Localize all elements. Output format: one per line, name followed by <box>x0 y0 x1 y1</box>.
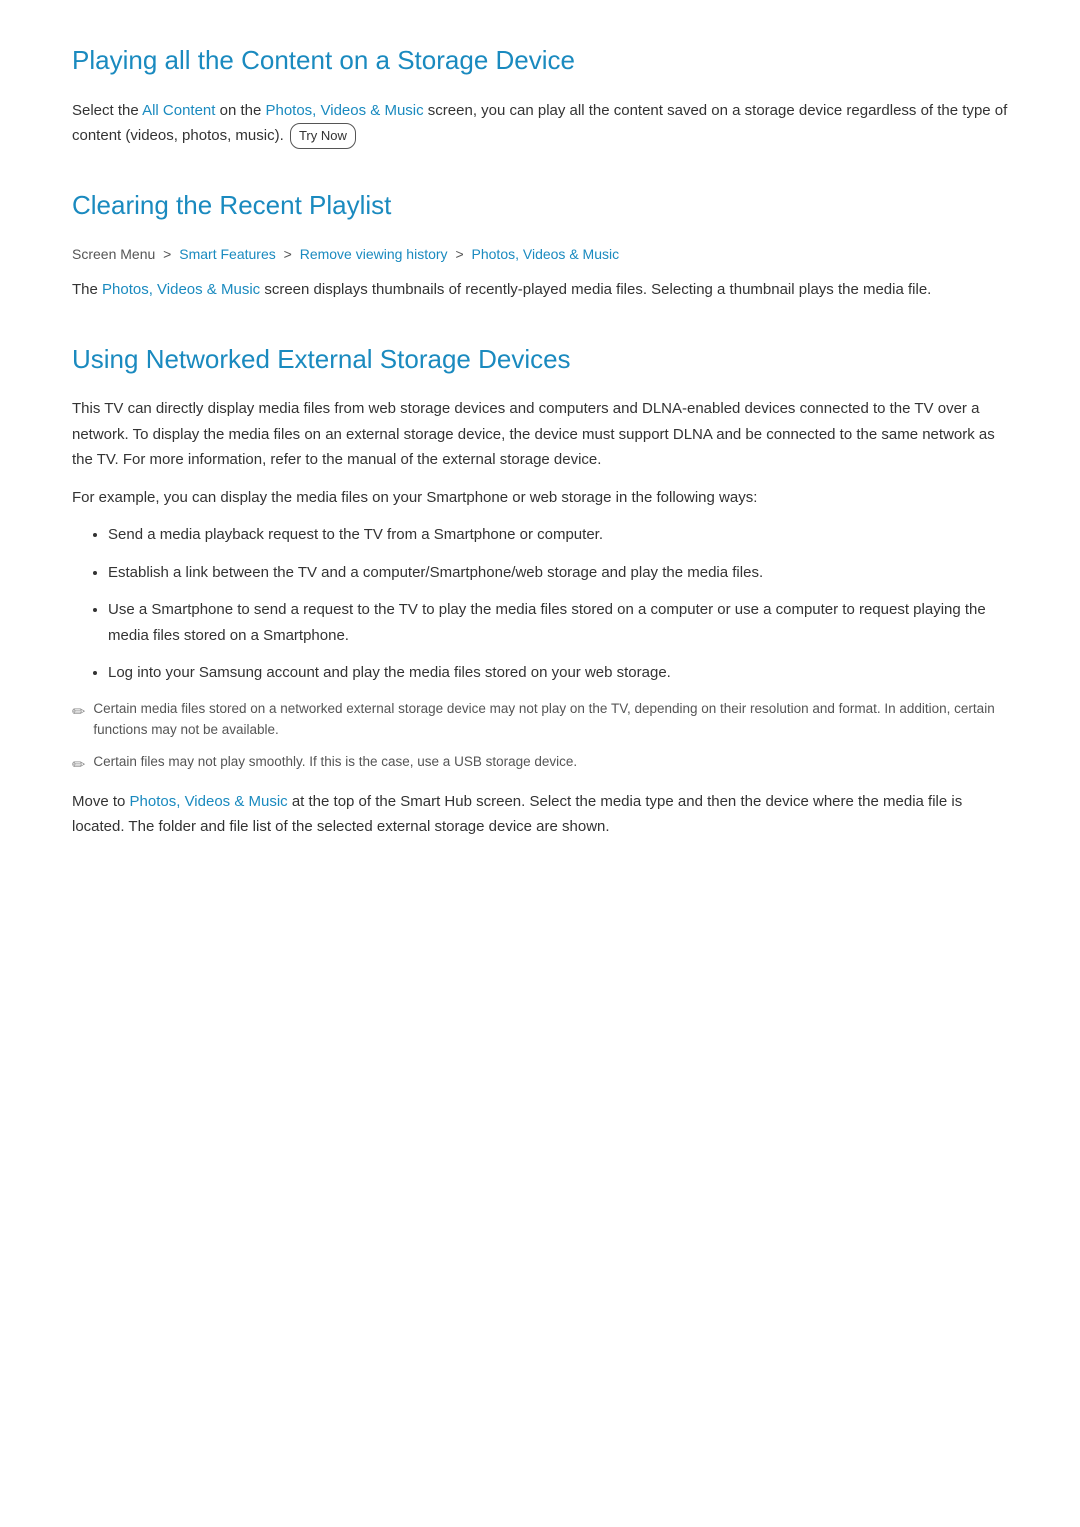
note-text-1: Certain media files stored on a networke… <box>93 698 1008 741</box>
section1-link-all-content[interactable]: All Content <box>142 102 215 119</box>
note-text-2: Certain files may not play smoothly. If … <box>93 751 577 773</box>
breadcrumb-sep1: > <box>163 246 171 262</box>
pencil-icon-1: ✏ <box>72 700 85 726</box>
section2-link-photos-videos[interactable]: Photos, Videos & Music <box>102 281 260 298</box>
section2-text-before: The <box>72 281 102 298</box>
section-clearing-recent-playlist: Clearing the Recent Playlist Screen Menu… <box>72 185 1008 302</box>
section3-para2: For example, you can display the media f… <box>72 485 1008 511</box>
list-item: Log into your Samsung account and play t… <box>108 660 1008 686</box>
section2-breadcrumb: Screen Menu > Smart Features > Remove vi… <box>72 243 1008 265</box>
note-item-1: ✏ Certain media files stored on a networ… <box>72 698 1008 741</box>
section1-text-before: Select the <box>72 102 142 119</box>
try-now-badge[interactable]: Try Now <box>290 123 356 149</box>
section3-final-before: Move to <box>72 793 130 810</box>
list-item: Establish a link between the TV and a co… <box>108 560 1008 586</box>
pencil-icon-2: ✏ <box>72 753 85 779</box>
section-playing-all-content: Playing all the Content on a Storage Dev… <box>72 40 1008 149</box>
section1-body: Select the All Content on the Photos, Vi… <box>72 98 1008 150</box>
note-item-2: ✏ Certain files may not play smoothly. I… <box>72 751 1008 779</box>
section2-text-after: screen displays thumbnails of recently-p… <box>260 281 931 298</box>
section-networked-storage: Using Networked External Storage Devices… <box>72 339 1008 840</box>
section3-para1: This TV can directly display media files… <box>72 396 1008 473</box>
section3-title: Using Networked External Storage Devices <box>72 339 1008 381</box>
section3-bullet-list: Send a media playback request to the TV … <box>108 522 1008 686</box>
section3-para-final: Move to Photos, Videos & Music at the to… <box>72 789 1008 840</box>
section1-text-middle: on the <box>215 102 265 119</box>
section1-title: Playing all the Content on a Storage Dev… <box>72 40 1008 82</box>
breadcrumb-remove-viewing-history[interactable]: Remove viewing history <box>300 246 448 262</box>
breadcrumb-photos-videos-music[interactable]: Photos, Videos & Music <box>472 246 620 262</box>
section1-link-photos-videos[interactable]: Photos, Videos & Music <box>265 102 423 119</box>
list-item: Use a Smartphone to send a request to th… <box>108 597 1008 648</box>
breadcrumb-sep3: > <box>455 246 463 262</box>
breadcrumb-sep2: > <box>284 246 292 262</box>
section2-body: The Photos, Videos & Music screen displa… <box>72 277 1008 303</box>
breadcrumb-part1: Screen Menu <box>72 246 155 262</box>
section2-title: Clearing the Recent Playlist <box>72 185 1008 227</box>
section3-link-photos-videos[interactable]: Photos, Videos & Music <box>130 793 288 810</box>
breadcrumb-smart-features[interactable]: Smart Features <box>179 246 275 262</box>
list-item: Send a media playback request to the TV … <box>108 522 1008 548</box>
